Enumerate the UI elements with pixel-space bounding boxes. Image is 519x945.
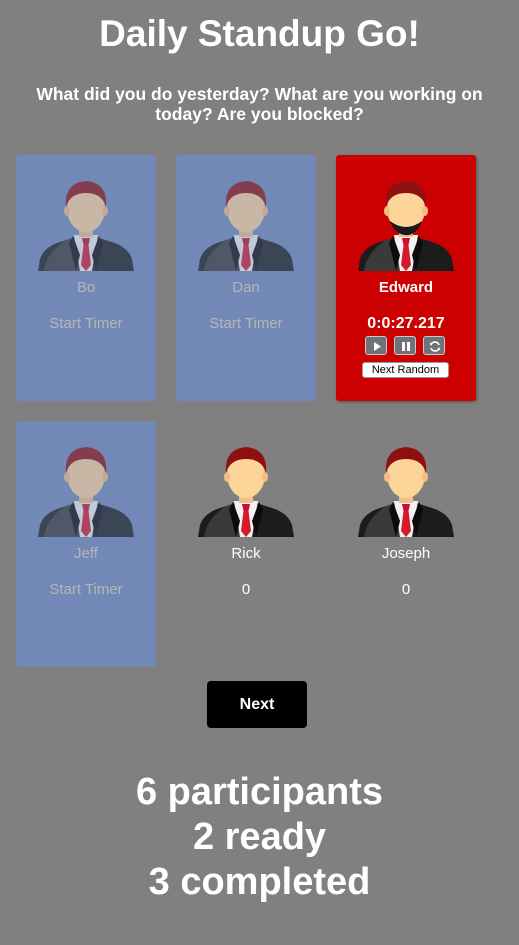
next-button[interactable]: Next xyxy=(207,681,307,728)
businessman-avatar-icon xyxy=(36,177,136,273)
businessman-avatar-icon xyxy=(196,177,296,273)
timer-readout: 0:0:27.217 xyxy=(367,315,445,332)
completed-count: 3 completed xyxy=(148,861,371,903)
businessman-avatar-icon xyxy=(36,443,136,539)
participant-name: Joseph xyxy=(381,545,431,562)
play-icon xyxy=(374,342,381,351)
participant-name: Dan xyxy=(232,279,260,296)
participant-card-rick[interactable]: Rick 0 xyxy=(176,421,316,667)
page-title: Daily Standup Go! xyxy=(99,13,420,54)
participant-name: Jeff xyxy=(74,545,98,562)
participant-card-dan[interactable]: Dan Start Timer xyxy=(176,155,316,401)
participant-card-bo[interactable]: Bo Start Timer xyxy=(16,155,156,401)
businessman-avatar-icon xyxy=(356,443,456,539)
participant-card-joseph[interactable]: Joseph 0 xyxy=(336,421,476,667)
standup-questions: What did you do yesterday? What are you … xyxy=(36,84,483,124)
play-button[interactable] xyxy=(365,336,387,355)
participant-name: Edward xyxy=(378,279,434,296)
businessman-avatar-icon xyxy=(356,177,456,273)
pause-button[interactable] xyxy=(394,336,416,355)
timer-controls xyxy=(364,336,448,356)
businessman-avatar-icon xyxy=(196,443,296,539)
reset-button[interactable] xyxy=(423,336,445,355)
ready-count: 2 ready xyxy=(192,816,327,858)
participant-name: Rick xyxy=(231,545,261,562)
participant-card-jeff[interactable]: Jeff Start Timer xyxy=(16,421,156,667)
start-timer-link[interactable]: Start Timer xyxy=(16,581,156,599)
participants-count: 6 participants xyxy=(135,771,384,813)
participant-card-edward[interactable]: Edward 0:0:27.217 Next Random xyxy=(336,155,476,401)
participant-count: 0 xyxy=(241,581,251,598)
pause-icon xyxy=(402,342,410,351)
next-random-button[interactable]: Next Random xyxy=(362,362,449,378)
participant-count: 0 xyxy=(401,581,411,598)
start-timer-link[interactable]: Start Timer xyxy=(16,315,156,333)
start-timer-link[interactable]: Start Timer xyxy=(176,315,316,333)
participant-name: Bo xyxy=(76,279,96,296)
refresh-icon xyxy=(429,341,441,352)
